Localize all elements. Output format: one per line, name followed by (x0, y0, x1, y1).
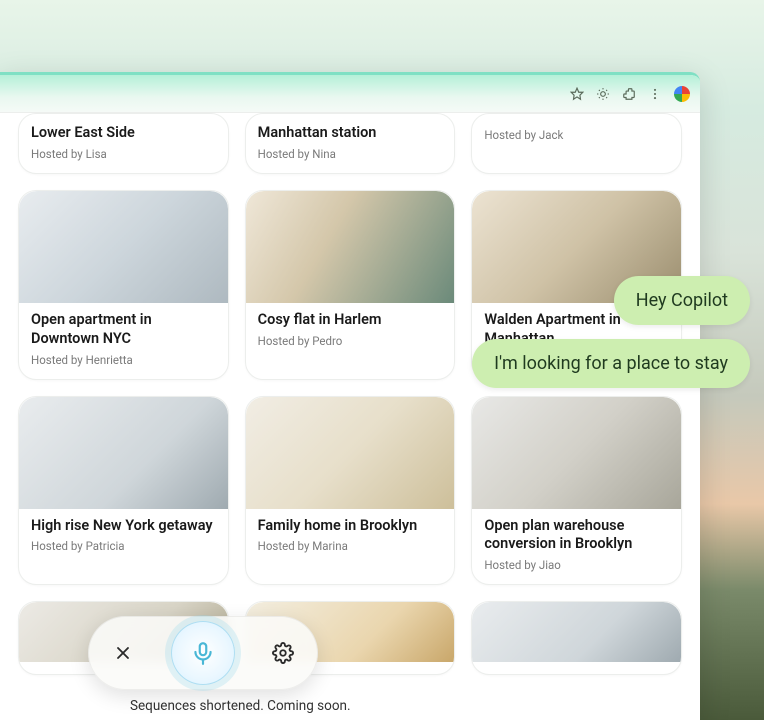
listing-card[interactable]: Family home in Brooklyn Hosted by Marina (245, 396, 456, 586)
close-button[interactable] (103, 633, 143, 673)
listing-card[interactable]: Lower East Side Hosted by Lisa (18, 113, 229, 174)
listing-title: Cosy flat in Harlem (246, 303, 455, 332)
listing-thumbnail (19, 191, 228, 303)
listing-card[interactable]: Open apartment in Downtown NYC Hosted by… (18, 190, 229, 380)
profile-avatar-icon[interactable] (674, 86, 690, 102)
listing-thumbnail (19, 397, 228, 509)
listing-title: Open apartment in Downtown NYC (19, 303, 228, 351)
copilot-chat-bubbles: Hey Copilot I'm looking for a place to s… (472, 276, 750, 388)
listing-card[interactable]: Manhattan station Hosted by Nina (245, 113, 456, 174)
listings-grid: Lower East Side Hosted by Lisa Manhattan… (18, 113, 682, 675)
listing-host: Hosted by Marina (246, 537, 455, 553)
disclaimer-text: Sequences shortened. Coming soon. (130, 698, 351, 714)
listing-host: Hosted by Jiao (472, 556, 681, 572)
listing-thumbnail (246, 191, 455, 303)
listing-card[interactable]: Hosted by Jack (471, 113, 682, 174)
microphone-button[interactable] (171, 621, 235, 685)
listing-title: Family home in Brooklyn (246, 509, 455, 538)
listing-host: Hosted by Nina (258, 145, 443, 161)
menu-dots-icon[interactable] (648, 87, 662, 101)
listing-title: Lower East Side (31, 124, 216, 145)
settings-button[interactable] (263, 633, 303, 673)
bookmark-star-icon[interactable] (570, 87, 584, 101)
listing-card[interactable]: High rise New York getaway Hosted by Pat… (18, 396, 229, 586)
desktop-background: Lower East Side Hosted by Lisa Manhattan… (0, 0, 764, 720)
copilot-voice-bar (88, 616, 318, 690)
extensions-icon[interactable] (622, 87, 636, 101)
listing-title: High rise New York getaway (19, 509, 228, 538)
browser-toolbar (0, 75, 700, 113)
listing-card[interactable] (471, 601, 682, 675)
listing-thumbnail (472, 602, 681, 662)
listing-card[interactable]: Cosy flat in Harlem Hosted by Pedro (245, 190, 456, 380)
listing-host: Hosted by Lisa (31, 145, 216, 161)
listing-title: Manhattan station (258, 124, 443, 145)
listing-host: Hosted by Jack (484, 126, 669, 142)
listing-thumbnail (472, 397, 681, 509)
listing-title: Open plan warehouse conversion in Brookl… (472, 509, 681, 557)
listing-host: Hosted by Henrietta (19, 351, 228, 367)
user-message-bubble: I'm looking for a place to stay (472, 339, 750, 388)
listing-thumbnail (246, 397, 455, 509)
sun-icon[interactable] (596, 87, 610, 101)
listing-host: Hosted by Patricia (19, 537, 228, 553)
listing-host: Hosted by Pedro (246, 332, 455, 348)
listing-card[interactable]: Open plan warehouse conversion in Brookl… (471, 396, 682, 586)
user-message-bubble: Hey Copilot (614, 276, 750, 325)
